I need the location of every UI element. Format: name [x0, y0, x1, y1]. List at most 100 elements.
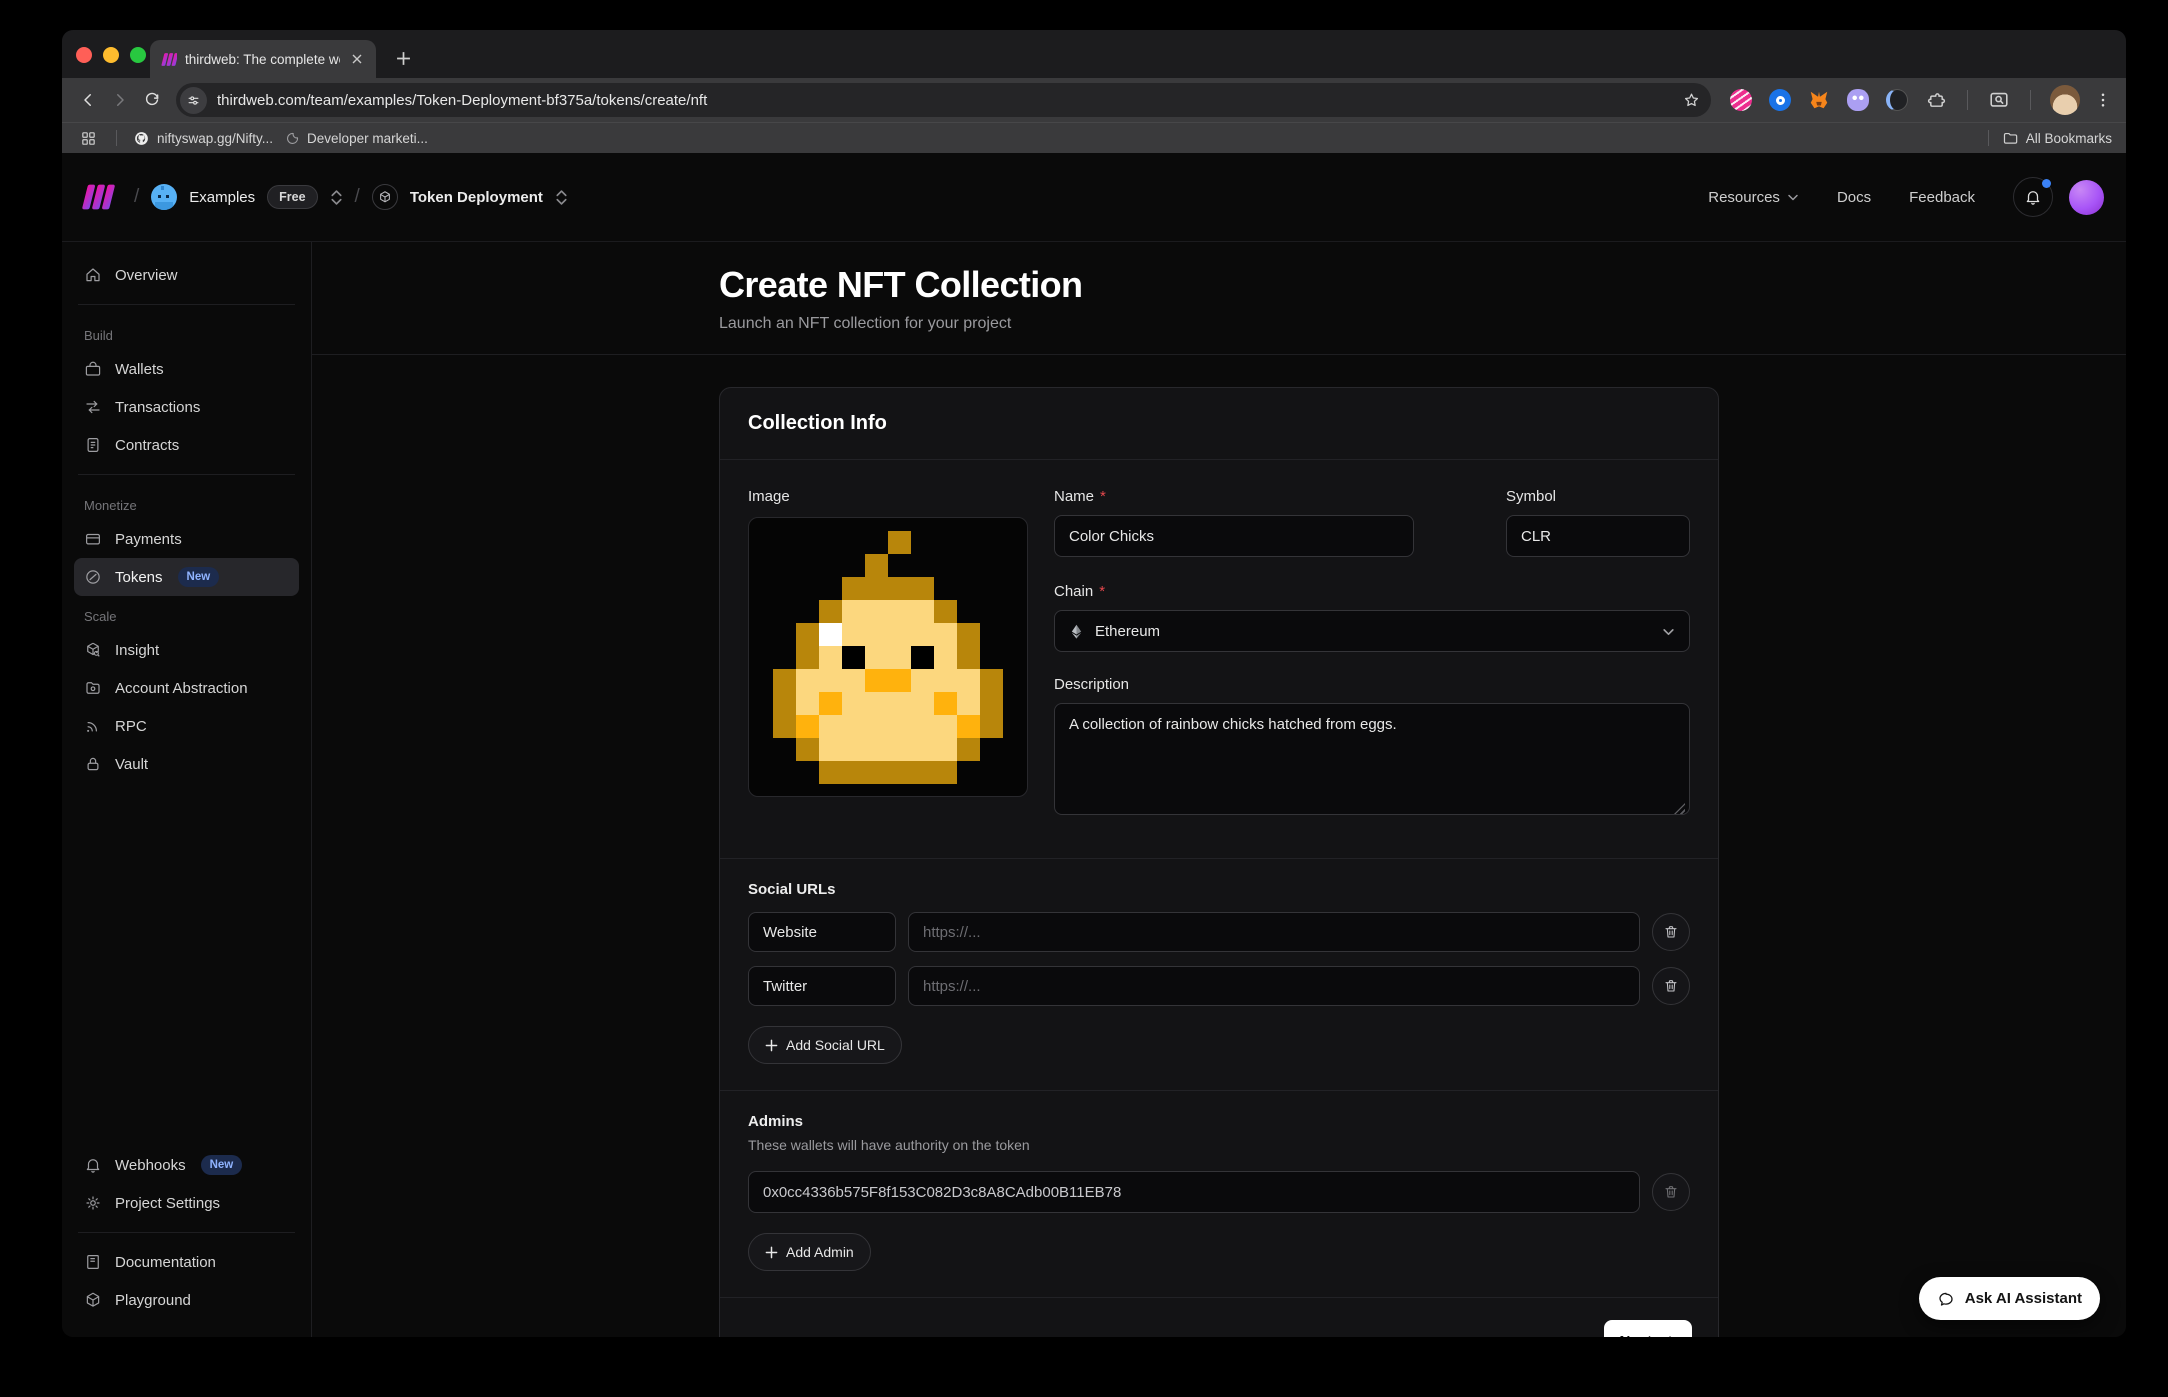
image-label: Image — [748, 488, 790, 505]
trash-icon — [1663, 1184, 1679, 1200]
nav-docs[interactable]: Docs — [1837, 189, 1871, 206]
sidebar-item-tokens[interactable]: Tokens New — [74, 558, 299, 596]
sidebar-item-documentation[interactable]: Documentation — [74, 1243, 299, 1281]
chat-bubble-icon — [1937, 1290, 1955, 1308]
plan-badge: Free — [267, 185, 317, 209]
sidebar-item-project-settings[interactable]: Project Settings — [74, 1184, 299, 1222]
notification-dot — [2042, 179, 2051, 188]
admin-wallet-input[interactable] — [748, 1171, 1640, 1213]
folder-icon — [2002, 130, 2019, 147]
add-admin-button[interactable]: Add Admin — [748, 1233, 871, 1271]
extensions-row — [1729, 85, 2080, 115]
browser-menu-icon[interactable] — [2090, 87, 2116, 113]
chain-label: Chain — [1054, 583, 1093, 600]
extensions-puzzle-icon[interactable] — [1924, 88, 1948, 112]
symbol-field: Symbol — [1506, 488, 1690, 557]
thirdweb-app: / Examples Free / Token Deployment — [62, 153, 2126, 1337]
thirdweb-favicon — [160, 51, 177, 68]
wallet-icon — [84, 360, 102, 378]
next-button[interactable]: Next — [1604, 1320, 1692, 1337]
bookmark-niftyswap[interactable]: niftyswap.gg/Nifty... — [133, 130, 273, 147]
tab-search-icon[interactable] — [1987, 88, 2011, 112]
project-name[interactable]: Token Deployment — [410, 189, 543, 206]
symbol-input[interactable] — [1506, 515, 1690, 557]
insight-icon — [84, 641, 102, 659]
reload-icon[interactable] — [136, 84, 168, 116]
phantom-icon[interactable] — [1846, 88, 1870, 112]
sidebar-divider — [78, 1232, 295, 1233]
plus-icon — [765, 1039, 778, 1052]
social-url-input[interactable] — [908, 966, 1640, 1006]
sidebar-section-scale: Scale — [74, 596, 299, 631]
sidebar-item-wallets[interactable]: Wallets — [74, 350, 299, 388]
add-social-url-button[interactable]: Add Social URL — [748, 1026, 902, 1064]
social-urls-title: Social URLs — [748, 881, 1690, 898]
team-name[interactable]: Examples — [189, 189, 255, 206]
apps-grid-icon[interactable] — [76, 126, 100, 150]
sidebar-item-contracts[interactable]: Contracts — [74, 426, 299, 464]
url-bar[interactable]: thirdweb.com/team/examples/Token-Deploym… — [176, 83, 1711, 117]
transactions-icon — [84, 398, 102, 416]
sidebar-item-overview[interactable]: Overview — [74, 256, 299, 294]
new-tab-button[interactable] — [388, 43, 418, 73]
delete-social-url-button[interactable] — [1652, 967, 1690, 1005]
user-avatar[interactable] — [2069, 180, 2104, 215]
team-switcher-icon[interactable] — [330, 189, 343, 206]
delete-social-url-button[interactable] — [1652, 913, 1690, 951]
site-settings-icon[interactable] — [180, 87, 207, 114]
back-icon[interactable] — [72, 84, 104, 116]
extension-icon-pink[interactable] — [1729, 88, 1753, 112]
token-icon — [84, 568, 102, 586]
sidebar-item-insight[interactable]: Insight — [74, 631, 299, 669]
social-platform-input[interactable] — [748, 966, 896, 1006]
new-badge: New — [178, 567, 220, 587]
forward-icon[interactable] — [104, 84, 136, 116]
thirdweb-logo[interactable] — [80, 182, 122, 212]
sidebar-item-account-abstraction[interactable]: Account Abstraction — [74, 669, 299, 707]
required-asterisk: * — [1100, 488, 1106, 505]
image-field: Image — [748, 488, 1028, 820]
maximize-window-button[interactable] — [130, 47, 146, 63]
extension-icon-blue[interactable] — [1768, 88, 1792, 112]
chain-select[interactable]: Ethereum — [1054, 610, 1690, 652]
all-bookmarks[interactable]: All Bookmarks — [2002, 130, 2112, 147]
app-header: / Examples Free / Token Deployment — [62, 153, 2126, 242]
sidebar-item-webhooks[interactable]: Webhooks New — [74, 1146, 299, 1184]
sidebar-item-transactions[interactable]: Transactions — [74, 388, 299, 426]
chain-field: Chain * Ethereum — [1054, 583, 1690, 652]
delete-admin-button[interactable] — [1652, 1173, 1690, 1211]
tab-strip: thirdweb: The complete web3 — [62, 30, 2126, 78]
bookmark-developer-marketing[interactable]: Developer marketi... — [285, 131, 428, 146]
sidebar-item-payments[interactable]: Payments — [74, 520, 299, 558]
project-switcher-icon[interactable] — [555, 189, 568, 206]
symbol-label: Symbol — [1506, 488, 1556, 505]
browser-tab[interactable]: thirdweb: The complete web3 — [150, 40, 376, 78]
tab-close-icon[interactable] — [348, 50, 366, 68]
social-url-input[interactable] — [908, 912, 1640, 952]
minimize-window-button[interactable] — [103, 47, 119, 63]
ask-ai-assistant-button[interactable]: Ask AI Assistant — [1919, 1277, 2100, 1320]
trash-icon — [1663, 978, 1679, 994]
bookmark-star-icon[interactable] — [1682, 91, 1701, 110]
url-text: thirdweb.com/team/examples/Token-Deploym… — [217, 92, 1672, 109]
social-platform-input[interactable] — [748, 912, 896, 952]
browser-profile-avatar[interactable] — [2050, 85, 2080, 115]
sidebar-divider — [78, 474, 295, 475]
nav-feedback[interactable]: Feedback — [1909, 189, 1975, 206]
signal-icon — [84, 717, 102, 735]
metamask-icon[interactable] — [1807, 88, 1831, 112]
name-input[interactable] — [1054, 515, 1414, 557]
collection-image-upload[interactable] — [748, 517, 1028, 797]
sidebar-item-vault[interactable]: Vault — [74, 745, 299, 783]
extension-icon-dark[interactable] — [1885, 88, 1909, 112]
description-input[interactable]: A collection of rainbow chicks hatched f… — [1054, 703, 1690, 815]
notifications-button[interactable] — [2013, 177, 2053, 217]
bookmarks-right-separator — [1988, 130, 1989, 146]
crescent-icon — [285, 131, 300, 146]
nav-resources[interactable]: Resources — [1708, 189, 1799, 206]
sidebar-item-rpc[interactable]: RPC — [74, 707, 299, 745]
sidebar-item-playground[interactable]: Playground — [74, 1281, 299, 1319]
breadcrumb-separator: / — [134, 186, 139, 208]
social-url-row — [748, 966, 1690, 1006]
close-window-button[interactable] — [76, 47, 92, 63]
